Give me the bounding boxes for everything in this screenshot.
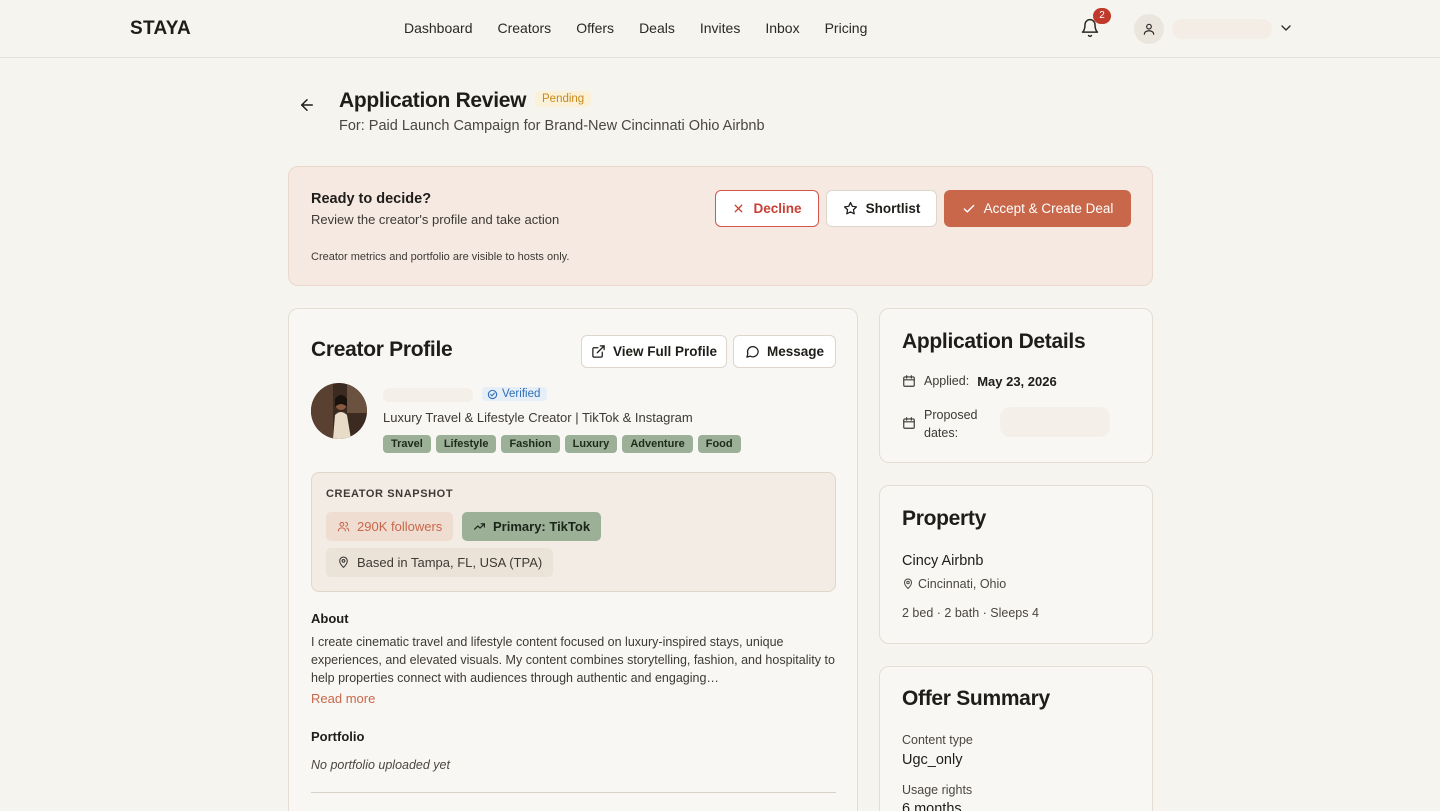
close-icon: [735, 204, 743, 213]
section-divider: [311, 792, 836, 793]
verified-badge: Verified: [482, 387, 548, 401]
chat-bubble-icon: [746, 346, 759, 358]
property-name[interactable]: Cincy Airbnb: [902, 553, 983, 569]
decline-label: Decline: [753, 201, 802, 216]
creator-avatar[interactable]: [311, 383, 367, 439]
primary-platform-pill: Primary: TikTok: [462, 512, 602, 541]
message-label: Message: [766, 344, 825, 359]
map-pin-icon: [904, 578, 912, 589]
nav-inbox[interactable]: Inbox: [765, 20, 799, 36]
notification-count-badge: 2: [1093, 8, 1111, 24]
applied-date: May 23, 2026: [977, 374, 1057, 389]
user-icon: [1143, 23, 1155, 35]
followers-pill: 290K followers: [326, 512, 454, 541]
decision-heading: Ready to decide?: [311, 191, 432, 207]
accept-label: Accept & Create Deal: [983, 201, 1114, 216]
external-link-icon: [592, 345, 605, 358]
calendar-icon: [903, 417, 915, 429]
property-title: Property: [902, 507, 986, 530]
creator-tagline: Luxury Travel & Lifestyle Creator | TikT…: [383, 410, 693, 425]
property-card: Property Cincy Airbnb Cincinnati, Ohio 2…: [879, 485, 1153, 644]
creator-snapshot: CREATOR SNAPSHOT 290K followers Primary:…: [311, 472, 836, 592]
tag-luxury: Luxury: [564, 435, 618, 453]
usage-rights-label: Usage rights: [902, 783, 973, 797]
about-heading: About: [311, 611, 349, 626]
tag-fashion: Fashion: [501, 435, 560, 453]
status-badge: Pending: [535, 91, 592, 107]
decision-subheading: Review the creator's profile and take ac…: [311, 212, 560, 227]
offer-summary-title: Offer Summary: [902, 687, 1050, 710]
content-type-label: Content type: [902, 733, 973, 747]
tag-food: Food: [697, 435, 741, 453]
users-icon: [337, 521, 350, 532]
applied-row: Applied: May 23, 2026: [902, 374, 1057, 389]
about-text: I create cinematic travel and lifestyle …: [311, 635, 835, 685]
user-avatar[interactable]: [1134, 14, 1164, 44]
verified-check-icon: [487, 389, 498, 399]
nav-creators[interactable]: Creators: [498, 20, 552, 36]
tag-lifestyle: Lifestyle: [435, 435, 497, 453]
map-pin-icon: [339, 556, 348, 568]
decline-button[interactable]: Decline: [715, 190, 819, 227]
nav-offers[interactable]: Offers: [576, 20, 614, 36]
creator-location: Based in Tampa, FL, USA (TPA): [357, 555, 543, 570]
creator-profile-title: Creator Profile: [311, 338, 453, 361]
nav-deals[interactable]: Deals: [639, 20, 675, 36]
content-type-value: Ugc_only: [902, 752, 963, 768]
main-nav: Dashboard Creators Offers Deals Invites …: [404, 20, 867, 36]
portfolio-empty-text: No portfolio uploaded yet: [311, 758, 450, 772]
verified-label: Verified: [502, 388, 541, 400]
tag-travel: Travel: [383, 435, 431, 453]
back-arrow-icon[interactable]: [298, 96, 316, 114]
proposed-dates-redacted: [1000, 407, 1110, 437]
proposed-label-line1: Proposed: [924, 408, 978, 422]
application-details-title: Application Details: [902, 330, 1086, 353]
message-button[interactable]: Message: [733, 335, 836, 368]
check-icon: [963, 204, 974, 213]
shortlist-button[interactable]: Shortlist: [826, 190, 937, 227]
location-pill: Based in Tampa, FL, USA (TPA): [326, 548, 554, 577]
nav-invites[interactable]: Invites: [700, 20, 740, 36]
niche-tags: Travel Lifestyle Fashion Luxury Adventur…: [383, 435, 741, 453]
property-meta: 2 bed · 2 bath · Sleeps 4: [902, 606, 1039, 620]
applied-label: Applied:: [924, 374, 970, 388]
followers-count: 290K followers: [357, 519, 443, 534]
decision-panel: Ready to decide? Review the creator's pr…: [288, 166, 1153, 286]
star-icon: [843, 201, 857, 215]
page-subtitle: For: Paid Launch Campaign for Brand-New …: [339, 118, 765, 134]
calendar-icon: [903, 375, 915, 387]
brand-logo[interactable]: STAYA: [130, 18, 191, 40]
creator-name-redacted: [383, 388, 473, 402]
trending-up-icon: [474, 523, 485, 530]
user-name-redacted: [1172, 19, 1272, 39]
proposed-dates-row: Proposed dates:: [902, 406, 978, 442]
top-navigation-bar: STAYA Dashboard Creators Offers Deals In…: [0, 0, 1440, 58]
property-location-text: Cincinnati, Ohio: [918, 577, 1007, 591]
snapshot-heading: CREATOR SNAPSHOT: [326, 488, 454, 500]
usage-rights-value: 6 months: [902, 801, 962, 811]
proposed-label-line2: dates:: [924, 426, 959, 440]
primary-platform: Primary: TikTok: [493, 519, 591, 534]
page-title: Application Review: [339, 89, 527, 112]
shortlist-label: Shortlist: [865, 201, 921, 216]
read-more-link[interactable]: Read more: [311, 691, 375, 706]
application-details-card: Application Details Applied: May 23, 202…: [879, 308, 1153, 463]
decision-note: Creator metrics and portfolio are visibl…: [311, 251, 570, 263]
nav-pricing[interactable]: Pricing: [825, 20, 868, 36]
view-full-profile-label: View Full Profile: [612, 344, 718, 359]
portfolio-heading: Portfolio: [311, 729, 365, 744]
creator-profile-card: Creator Profile View Full Profile Messag…: [288, 308, 858, 811]
view-full-profile-button[interactable]: View Full Profile: [581, 335, 727, 368]
offer-summary-card: Offer Summary Content type Ugc_only Usag…: [879, 666, 1153, 811]
nav-dashboard[interactable]: Dashboard: [404, 20, 473, 36]
chevron-down-icon[interactable]: [1278, 20, 1294, 36]
accept-create-deal-button[interactable]: Accept & Create Deal: [944, 190, 1131, 227]
tag-adventure: Adventure: [622, 435, 693, 453]
property-location: Cincinnati, Ohio: [902, 577, 1006, 591]
